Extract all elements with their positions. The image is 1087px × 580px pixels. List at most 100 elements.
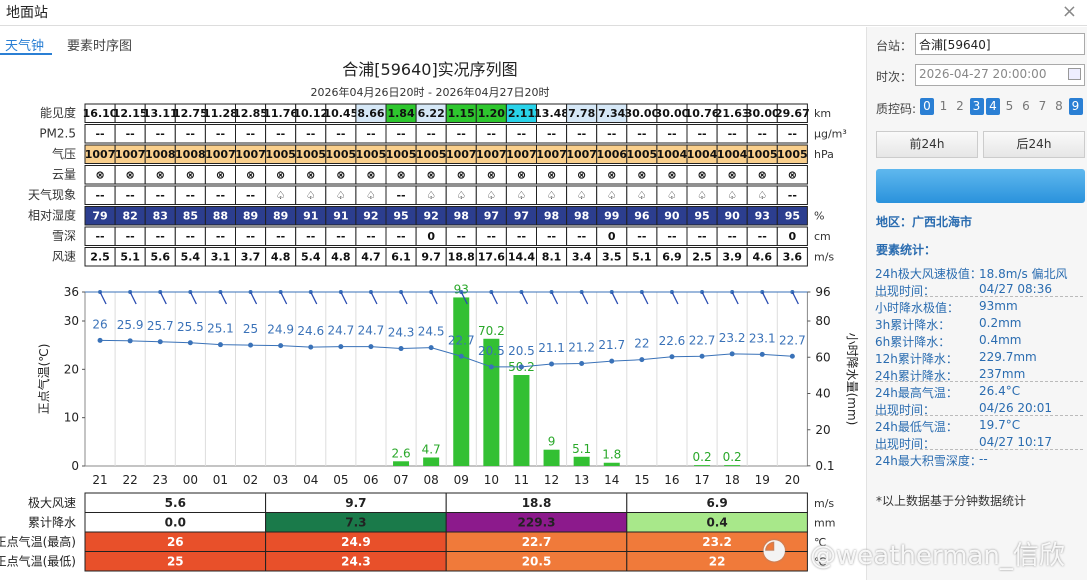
x-tick: 05 — [333, 473, 348, 487]
cell-value: 98 — [454, 210, 469, 223]
cell-value: ⊗ — [156, 169, 165, 182]
time-field[interactable]: 2026-04-27 20:00:00 — [915, 64, 1085, 86]
temperature-label: 20.5 — [508, 344, 535, 358]
summary-value: 22 — [709, 555, 726, 569]
qc-code-3[interactable]: 3 — [969, 98, 984, 115]
stat-line: 24h极大风速极值： 18.8m/s 偏北风 — [875, 265, 1083, 282]
cell-value: -- — [487, 230, 496, 243]
rain-bar — [393, 461, 410, 466]
cell-value: 1004 — [717, 148, 748, 161]
temperature-label: 25 — [243, 322, 258, 336]
close-icon[interactable]: × — [1062, 0, 1077, 24]
x-tick: 04 — [303, 473, 318, 487]
cell-value: -- — [276, 230, 285, 243]
temperature-point — [248, 342, 254, 348]
stat-line: 6h累计降水： 0.4mm — [875, 333, 1083, 350]
query-button[interactable] — [876, 169, 1085, 203]
qc-code-0[interactable]: 0 — [920, 98, 934, 115]
cell-value: ⊗ — [427, 169, 436, 182]
stat-value: 04/27 10:17 — [979, 435, 1052, 449]
cell-value: ♤ — [276, 189, 286, 202]
temperature-point — [97, 337, 103, 343]
cell-value: ♤ — [456, 189, 466, 202]
qc-code-5[interactable]: 5 — [1003, 98, 1017, 115]
cell-value: 0 — [789, 230, 797, 243]
cell-value: -- — [366, 230, 375, 243]
calendar-icon[interactable] — [1068, 68, 1081, 80]
prev-24h-button[interactable]: 前24h — [876, 131, 978, 158]
cell-value: 2.5 — [692, 251, 712, 264]
temperature-label: 23.1 — [749, 331, 776, 345]
row-label: 云量 — [52, 168, 76, 182]
cell-value: -- — [728, 128, 737, 141]
stat-value: 04/26 20:01 — [979, 401, 1052, 415]
cell-value: -- — [758, 230, 767, 243]
temperature-point — [278, 343, 284, 349]
x-tick: 13 — [574, 473, 589, 487]
cell-value: 2.5 — [90, 251, 110, 264]
cell-value: -- — [396, 230, 405, 243]
cell-value: -- — [216, 128, 225, 141]
next-24h-button[interactable]: 后24h — [983, 131, 1085, 158]
cell-value: 95 — [393, 210, 408, 223]
y-right-tick: 40 — [815, 387, 830, 401]
temperature-point — [338, 344, 344, 350]
summary-value: 6.9 — [706, 496, 727, 510]
temperature-point — [398, 346, 404, 352]
side-panel: 台站： 合浦[59640] 时次： 2026-04-27 20:00:00 质控… — [866, 27, 1087, 580]
row-unit: cm — [814, 230, 831, 243]
rain-bar — [603, 462, 620, 466]
x-tick: 22 — [123, 473, 138, 487]
qc-code-4[interactable]: 4 — [986, 98, 1000, 115]
temperature-label: 22 — [634, 337, 649, 351]
summary-value: 25 — [167, 555, 184, 569]
temperature-point — [669, 354, 675, 360]
summary-value: 0.4 — [706, 516, 727, 530]
x-tick: 16 — [664, 473, 679, 487]
cell-value: 89 — [243, 210, 258, 223]
cell-value: -- — [517, 230, 526, 243]
cell-value: 6.9 — [662, 251, 682, 264]
qc-code-9[interactable]: 9 — [1068, 98, 1083, 115]
station-field[interactable]: 合浦[59640] — [915, 33, 1085, 55]
qc-code-7[interactable]: 7 — [1036, 98, 1050, 115]
rain-label: 2.6 — [392, 446, 411, 460]
cell-value: ⊗ — [366, 169, 375, 182]
cell-value: ⊗ — [246, 169, 255, 182]
tab-element-series[interactable]: 要素时序图 — [67, 35, 132, 54]
temperature-label: 24.6 — [297, 324, 324, 338]
cell-value: -- — [697, 128, 706, 141]
qc-code-8[interactable]: 8 — [1052, 98, 1066, 115]
x-tick: 07 — [393, 473, 408, 487]
cell-value: 1008 — [175, 148, 206, 161]
y-left-tick: 0 — [71, 459, 79, 473]
cell-value: 17.6 — [478, 251, 505, 264]
cell-value: ♤ — [607, 189, 617, 202]
cell-value: -- — [396, 189, 405, 202]
x-tick: 23 — [153, 473, 168, 487]
cell-value: -- — [577, 230, 586, 243]
cell-value: 92 — [423, 210, 438, 223]
row-label: 风速 — [52, 250, 76, 264]
qc-code-2[interactable]: 2 — [953, 98, 967, 115]
row-unit: m/s — [814, 251, 834, 264]
cell-value: 85 — [183, 210, 198, 223]
cell-value: -- — [788, 128, 797, 141]
summary-value: 24.3 — [341, 555, 371, 569]
temperature-label: 22.7 — [448, 333, 475, 347]
qc-code-1[interactable]: 1 — [937, 98, 951, 115]
summary-value: 18.8 — [522, 496, 552, 510]
cell-value: 1005 — [777, 148, 808, 161]
tab-weather-clock[interactable]: 天气钟 — [5, 35, 44, 54]
stat-value: 229.7mm — [979, 350, 1037, 364]
cell-value: 10.45 — [323, 107, 358, 120]
summary-value: 9.7 — [345, 496, 366, 510]
cell-value: ⊗ — [758, 169, 767, 182]
qc-code-6[interactable]: 6 — [1019, 98, 1033, 115]
summary-value: 5.6 — [165, 496, 186, 510]
cell-value: 1.20 — [478, 107, 505, 120]
cell-value: -- — [126, 189, 135, 202]
window-title: 地面站 — [6, 5, 48, 21]
time-label: 时次： — [876, 70, 913, 84]
cell-value: 5.6 — [151, 251, 171, 264]
